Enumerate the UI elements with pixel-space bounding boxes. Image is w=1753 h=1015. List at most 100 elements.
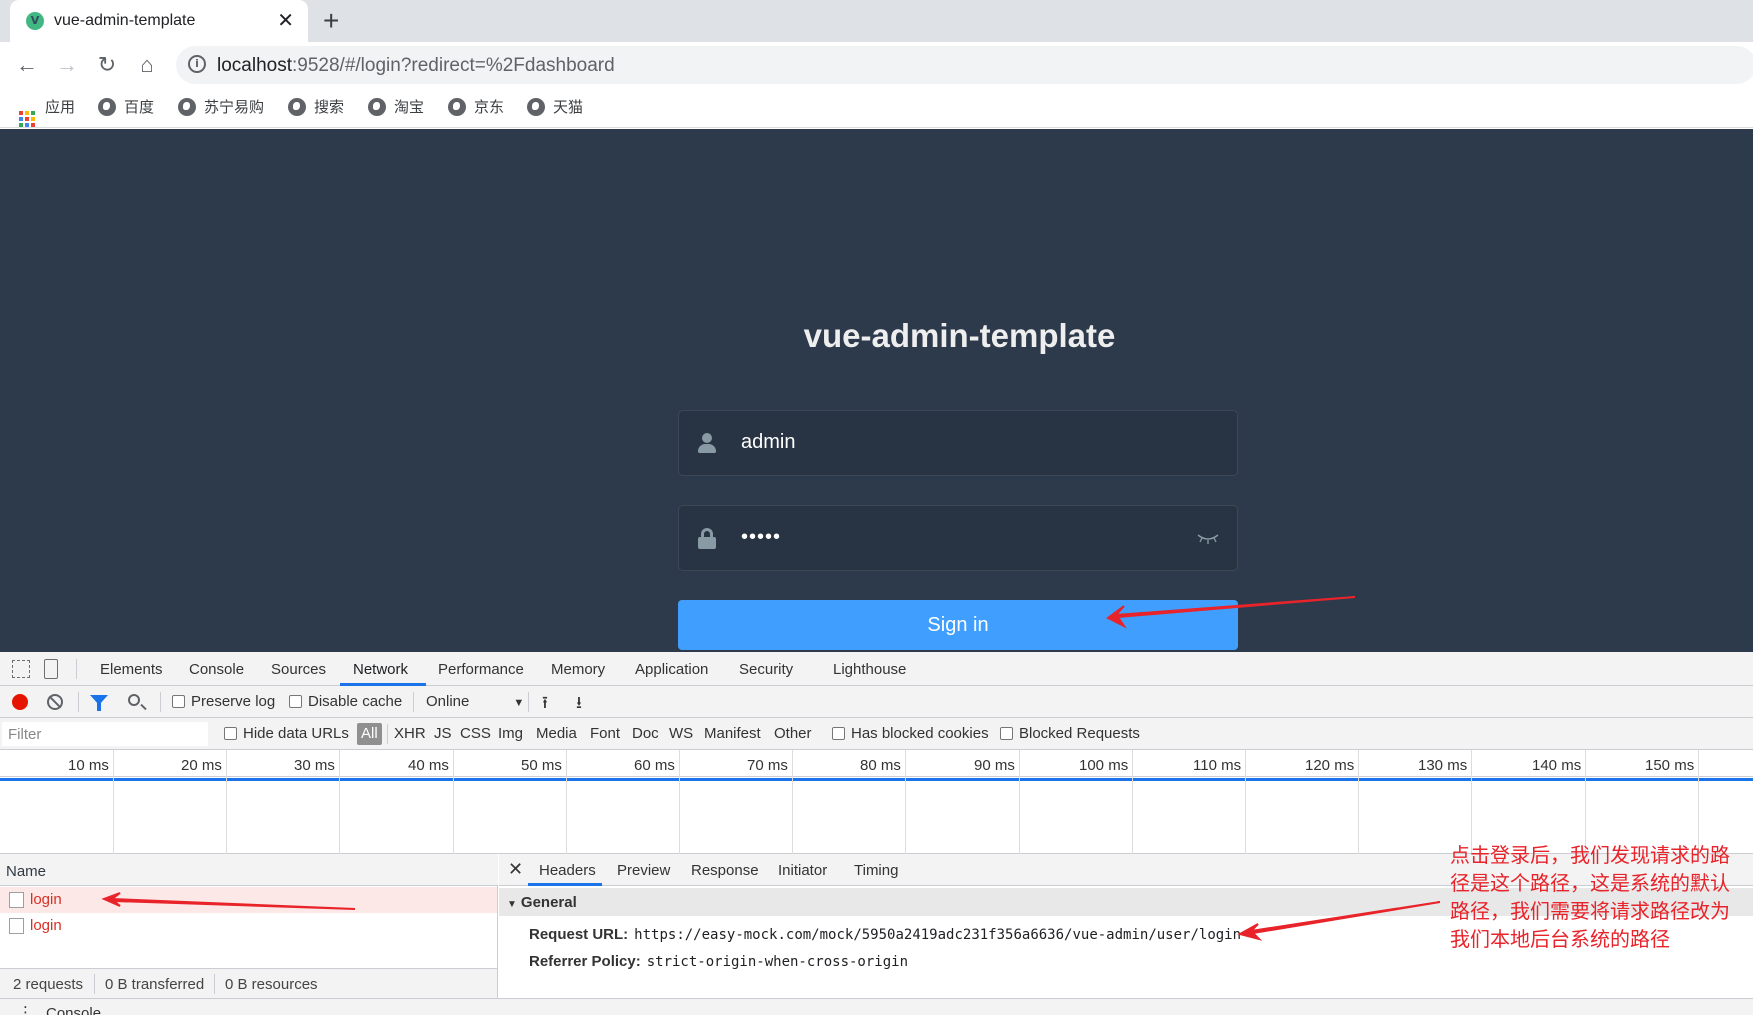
console-drawer[interactable]: ⋮ Console [0, 998, 1753, 1015]
checkbox-box [1000, 727, 1013, 740]
drawer-tab-console[interactable]: Console [46, 1005, 101, 1015]
clear-icon[interactable] [47, 694, 63, 710]
type-filter-manifest[interactable]: Manifest [704, 725, 761, 742]
network-filter-bar: Hide data URLs All XHR JS CSS Img Media … [0, 718, 1753, 750]
eye-closed-icon[interactable] [1197, 532, 1219, 544]
tab-console[interactable]: Console [189, 661, 244, 678]
request-row[interactable]: login [0, 887, 497, 913]
address-url[interactable]: localhost:9528/#/login?redirect=%2Fdashb… [217, 55, 615, 77]
timeline-tick-label: 150 ms [1645, 757, 1695, 774]
request-url-key: Request URL: [529, 926, 629, 943]
checkbox-label: Disable cache [308, 693, 403, 710]
globe-icon [98, 98, 116, 116]
timeline-gridline [339, 750, 340, 854]
bookmark-taobao[interactable]: 淘宝 [368, 96, 424, 120]
type-filter-media[interactable]: Media [536, 725, 577, 742]
bookmark-apps[interactable]: 应用 [19, 96, 75, 127]
tab-headers[interactable]: Headers [539, 862, 596, 879]
export-har-icon[interactable]: ⭳ [576, 690, 582, 719]
hide-data-urls-checkbox[interactable]: Hide data URLs [224, 725, 349, 742]
tab-response[interactable]: Response [691, 862, 759, 879]
tab-security[interactable]: Security [739, 661, 793, 678]
back-arrow-icon[interactable]: ← [12, 50, 42, 80]
throttling-select[interactable]: Online ▼ [426, 693, 524, 710]
type-filter-css[interactable]: CSS [460, 725, 491, 742]
bookmark-baidu[interactable]: 百度 [98, 96, 154, 120]
checkbox-box [224, 727, 237, 740]
search-icon[interactable] [128, 694, 140, 706]
home-icon[interactable]: ⌂ [132, 50, 162, 80]
tab-lighthouse[interactable]: Lighthouse [833, 661, 906, 678]
sign-in-button[interactable]: Sign in [678, 600, 1238, 650]
lock-icon [697, 528, 717, 550]
timeline-tick-label: 120 ms [1305, 757, 1355, 774]
timeline-gridline [1471, 750, 1472, 854]
bookmark-search[interactable]: 搜索 [288, 96, 344, 120]
timeline-rule [0, 776, 1753, 777]
bookmark-suning[interactable]: 苏宁易购 [178, 96, 264, 120]
username-field[interactable]: admin [678, 410, 1238, 476]
user-icon [697, 433, 717, 455]
forward-arrow-icon[interactable]: → [52, 50, 82, 80]
close-tab-icon[interactable]: ✕ [277, 8, 294, 33]
tab-title: vue-admin-template [54, 12, 196, 29]
tab-performance[interactable]: Performance [438, 661, 524, 678]
filter-icon[interactable] [90, 695, 108, 711]
reload-icon[interactable]: ↻ [92, 50, 122, 80]
type-filter-xhr[interactable]: XHR [394, 725, 426, 742]
request-file-icon [9, 892, 24, 908]
name-column-header[interactable]: Name [0, 854, 498, 886]
type-filter-font[interactable]: Font [590, 725, 620, 742]
tab-timing[interactable]: Timing [854, 862, 898, 879]
section-title: General [520, 894, 577, 911]
address-bar[interactable]: i localhost:9528/#/login?redirect=%2Fdas… [176, 46, 1753, 84]
username-value[interactable]: admin [741, 431, 795, 454]
type-filter-img[interactable]: Img [498, 725, 523, 742]
login-page: vue-admin-template admin ••••• Sign in [0, 129, 1753, 652]
tab-network[interactable]: Network [353, 661, 408, 678]
filter-input[interactable] [2, 722, 208, 746]
device-toolbar-icon[interactable] [44, 659, 58, 679]
browser-tab[interactable]: V vue-admin-template ✕ [10, 0, 308, 42]
timeline-gridline [1698, 750, 1699, 854]
network-overview-timeline[interactable]: 10 ms 20 ms 30 ms 40 ms 50 ms 60 ms 70 ms 80 ms… [0, 750, 1753, 854]
triangle-down-icon: ▼ [507, 899, 517, 910]
type-filter-all[interactable]: All [357, 723, 382, 745]
checkbox-label: Preserve log [191, 693, 276, 710]
record-icon[interactable] [12, 694, 28, 710]
import-har-icon[interactable]: ⭱ [542, 690, 548, 719]
browser-tab-strip: V vue-admin-template ✕ + [0, 0, 1753, 42]
bookmark-label: 百度 [124, 99, 155, 116]
inspect-element-icon[interactable] [12, 660, 30, 678]
bookmark-tmall[interactable]: 天猫 [527, 96, 583, 120]
request-row[interactable]: login [0, 913, 497, 939]
new-tab-icon[interactable]: + [323, 5, 339, 37]
preserve-log-checkbox[interactable]: Preserve log [172, 693, 275, 710]
tab-sources[interactable]: Sources [271, 661, 326, 678]
divider [94, 974, 95, 994]
tab-elements[interactable]: Elements [100, 661, 163, 678]
close-icon[interactable]: ✕ [508, 859, 523, 880]
has-blocked-cookies-checkbox[interactable]: Has blocked cookies [832, 725, 989, 742]
timeline-gridline [453, 750, 454, 854]
type-filter-ws[interactable]: WS [669, 725, 693, 742]
checkbox-box [832, 727, 845, 740]
throttling-value: Online [426, 693, 470, 710]
password-field[interactable]: ••••• [678, 505, 1238, 571]
password-value[interactable]: ••••• [741, 526, 781, 549]
globe-icon [288, 98, 306, 116]
more-icon[interactable]: ⋮ [18, 1003, 33, 1015]
type-filter-doc[interactable]: Doc [632, 725, 659, 742]
tab-preview[interactable]: Preview [617, 862, 670, 879]
type-filter-other[interactable]: Other [774, 725, 812, 742]
tab-application[interactable]: Application [635, 661, 708, 678]
bookmark-jd[interactable]: 京东 [448, 96, 504, 120]
site-info-icon[interactable]: i [188, 55, 206, 73]
blocked-requests-checkbox[interactable]: Blocked Requests [1000, 725, 1140, 742]
tab-initiator[interactable]: Initiator [778, 862, 827, 879]
timeline-tick-label: 100 ms [1079, 757, 1129, 774]
disable-cache-checkbox[interactable]: Disable cache [289, 693, 402, 710]
type-filter-js[interactable]: JS [434, 725, 452, 742]
tab-memory[interactable]: Memory [551, 661, 605, 678]
divider [160, 692, 161, 712]
